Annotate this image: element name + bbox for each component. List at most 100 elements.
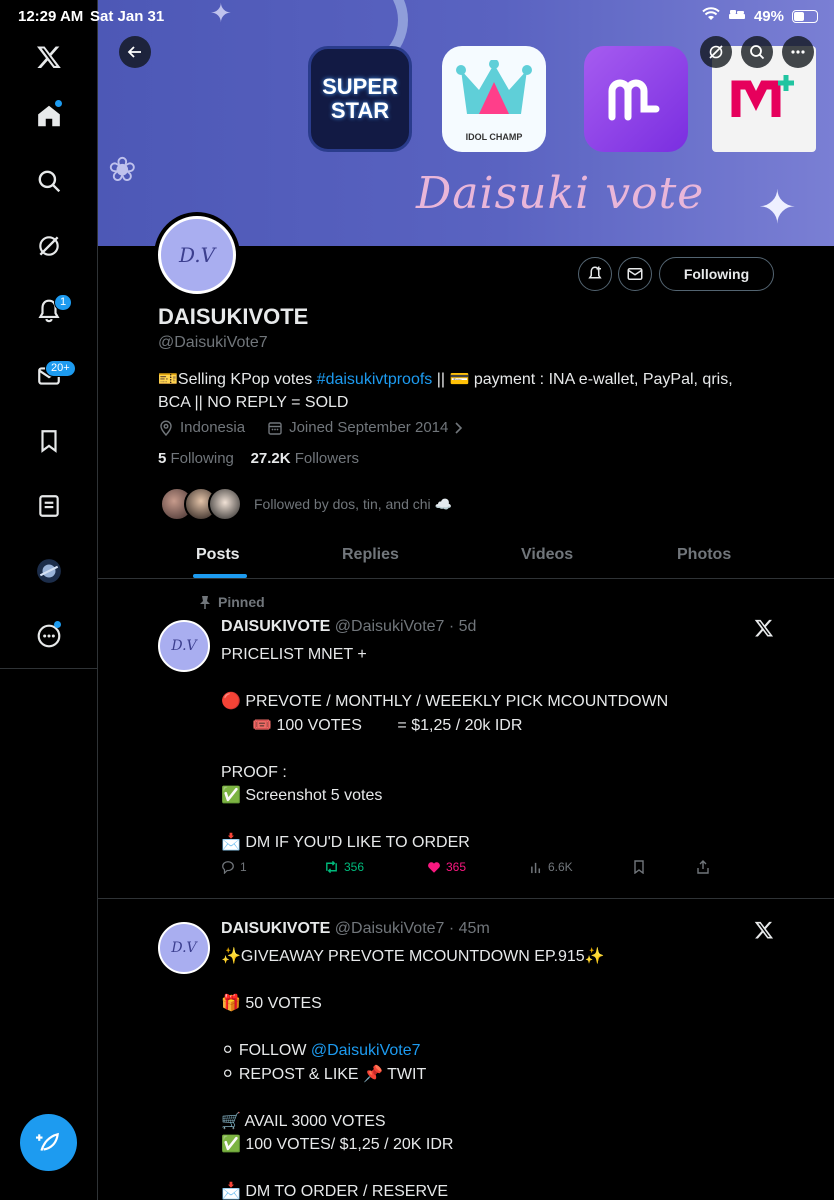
mnet-plus-logo-icon — [731, 75, 794, 117]
profile-name: DAISUKIVOTE — [158, 304, 309, 329]
compose-post-button[interactable] — [20, 1114, 77, 1171]
idol-champ-app-label: IDOL CHAMP — [465, 132, 523, 142]
tab-replies[interactable]: Replies — [342, 546, 399, 564]
wifi-icon — [702, 7, 720, 25]
followers-stat[interactable]: 27.2K Followers — [251, 450, 359, 467]
ellipsis-icon — [791, 50, 805, 54]
post-author-name[interactable]: DAISUKIVOTE — [221, 618, 330, 635]
followed-by-text: Followed by dos, tin, and chi ☁️ — [254, 495, 452, 512]
bio-hashtag-link[interactable]: #daisukivtproofs — [317, 371, 433, 388]
banner-flower-decoration: ❀ — [108, 151, 137, 189]
post-author-meta: @DaisukiVote7 · 5d — [334, 618, 477, 635]
following-label: Following — [170, 450, 234, 467]
profile-tabs: Posts Replies Videos Photos — [98, 532, 834, 579]
post-avatar[interactable]: D.V — [158, 620, 210, 672]
repost-icon — [326, 860, 337, 874]
location-pin-icon — [160, 420, 172, 436]
tab-photos[interactable]: Photos — [677, 546, 731, 564]
bookmarks-icon[interactable] — [34, 426, 64, 456]
tab-videos[interactable]: Videos — [521, 546, 573, 564]
bookmark-button[interactable] — [633, 860, 645, 874]
post-avatar[interactable]: D.V — [158, 922, 210, 974]
post-line: 🛒 AVAIL 3000 VOTES — [221, 1112, 386, 1130]
repost-button[interactable]: 356 — [324, 860, 364, 874]
profile-search-button[interactable] — [741, 36, 773, 68]
sidebar-divider — [0, 668, 98, 669]
following-button[interactable]: Following — [659, 257, 774, 291]
notifications-badge: 1 — [54, 294, 73, 311]
status-bar: 12:29 AM Sat Jan 31 49% — [0, 0, 834, 34]
followers-count: 27.2K — [250, 450, 291, 467]
reply-icon — [222, 861, 234, 874]
search-icon — [750, 45, 765, 60]
arrow-left-icon — [127, 46, 141, 58]
grok-icon — [709, 45, 723, 59]
back-button[interactable] — [119, 36, 151, 68]
bookmark-icon — [634, 860, 644, 874]
m-logo-icon — [608, 79, 660, 121]
bell-plus-icon — [588, 266, 602, 279]
profile-avatar-icon[interactable] — [34, 556, 64, 586]
battery-percent: 49% — [753, 7, 784, 25]
battery-icon — [792, 9, 818, 23]
tab-posts[interactable]: Posts — [196, 546, 240, 564]
profile-meta: Indonesia Joined September 2014 — [158, 419, 464, 436]
post-text: PRICELIST MNET + 🔴 PREVOTE / MONTHLY / W… — [221, 646, 669, 851]
repost-count: 356 — [344, 860, 365, 874]
x-logo-icon[interactable] — [34, 42, 64, 72]
grok-x-icon[interactable] — [754, 920, 774, 940]
banner-title: Daisuki vote — [416, 168, 705, 219]
post-line: 📩 DM TO ORDER / RESERVE — [221, 1183, 449, 1200]
post-separator — [98, 898, 834, 899]
share-button[interactable] — [696, 860, 710, 874]
chevron-right-icon[interactable] — [454, 421, 464, 435]
status-right: 49% — [702, 7, 818, 25]
message-button[interactable] — [618, 257, 652, 291]
followed-by-row[interactable]: Followed by dos, tin, and chi ☁️ — [160, 487, 452, 521]
share-icon — [697, 860, 709, 874]
superstar-app-label: SUPER STAR — [322, 74, 398, 123]
profile-location: Indonesia — [180, 419, 246, 436]
post-actions: 1 356 365 6.6K — [221, 860, 721, 878]
bed-icon — [728, 8, 746, 25]
mubeat-app-tile — [584, 46, 688, 152]
status-time: 12:29 AM — [18, 8, 84, 25]
following-stat[interactable]: 5 Following — [158, 450, 234, 467]
notify-subscribe-button[interactable] — [578, 257, 612, 291]
profile-handle: @DaisukiVote7 — [158, 334, 268, 351]
post-line: ✅ 100 VOTES/ $1,25 / 20K IDR — [221, 1136, 454, 1153]
profile-avatar[interactable]: D.V — [154, 212, 240, 298]
active-tab-indicator — [193, 574, 247, 578]
profile-avatar-image: D.V — [158, 216, 236, 294]
profile-banner[interactable]: ✦ ❀ ✦ ✦ SUPER STAR IDOL CHAMP Daisuki vo… — [98, 0, 834, 246]
home-notification-dot — [55, 100, 62, 107]
messages-badge: 20+ — [45, 360, 76, 377]
post-header: DAISUKIVOTE @DaisukiVote7 · 5d — [221, 618, 476, 636]
following-count: 5 — [158, 450, 167, 467]
status-date: Sat Jan 31 — [90, 8, 165, 25]
envelope-icon — [627, 268, 643, 280]
post-line: ✨GIVEAWAY PREVOTE MCOUNTDOWN EP.915✨ — [221, 948, 605, 965]
pinned-text: Pinned — [218, 594, 265, 610]
post-author-meta: @DaisukiVote7 · 45m — [334, 920, 490, 937]
like-button[interactable]: 365 — [427, 860, 466, 874]
idol-champ-app-tile: IDOL CHAMP — [442, 46, 546, 152]
views-button[interactable]: 6.6K — [530, 860, 573, 874]
profile-more-button[interactable] — [782, 36, 814, 68]
grok-button[interactable] — [700, 36, 732, 68]
banner-star-decoration: ✦ — [758, 181, 797, 233]
post-text: ✨GIVEAWAY PREVOTE MCOUNTDOWN EP.915✨ 🎁 5… — [221, 945, 781, 1200]
lists-icon[interactable] — [34, 491, 64, 521]
reply-button[interactable]: 1 — [221, 860, 247, 874]
like-count: 365 — [446, 860, 467, 874]
grok-icon[interactable] — [34, 231, 64, 261]
post-line: 🎁 50 VOTES — [221, 995, 322, 1012]
post-line-prefix: ⚪ FOLLOW — [221, 1042, 311, 1059]
search-icon[interactable] — [34, 166, 64, 196]
bio-text-prefix: 🎫Selling KPop votes — [158, 371, 317, 388]
grok-x-icon[interactable] — [754, 618, 774, 638]
followers-label: Followers — [294, 450, 359, 467]
more-notification-dot — [54, 621, 61, 628]
post-author-name[interactable]: DAISUKIVOTE — [221, 920, 330, 937]
mention-link[interactable]: @DaisukiVote7 — [311, 1042, 421, 1059]
